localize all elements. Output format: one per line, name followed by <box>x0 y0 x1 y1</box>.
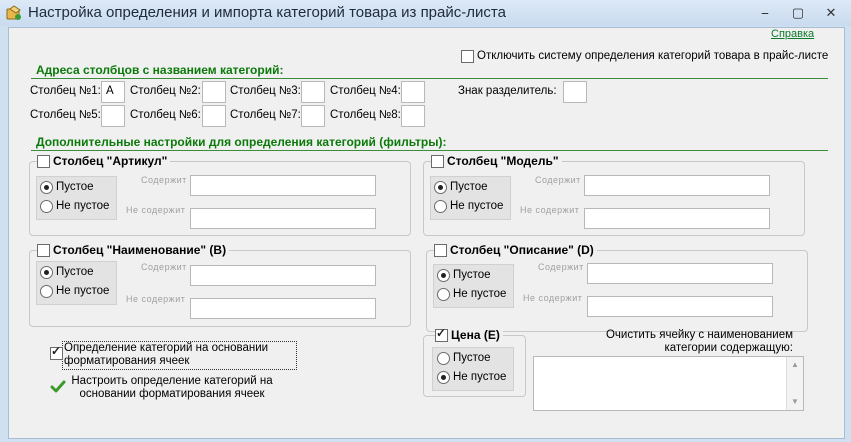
description-enable-checkbox[interactable] <box>434 244 447 257</box>
column-4-label: Столбец №4: <box>330 85 401 97</box>
model-contains-label: Содержит <box>535 175 581 185</box>
clear-cell-scrollbar[interactable]: ▲ ▼ <box>786 357 803 410</box>
model-enable-checkbox[interactable] <box>431 155 444 168</box>
description-empty-label: Пустое <box>453 269 491 281</box>
name-empty-label: Пустое <box>56 266 94 278</box>
column-6-input[interactable] <box>202 105 226 127</box>
model-not-contains-label: Не содержит <box>520 205 580 215</box>
name-not-contains-label: Не содержит <box>126 294 186 304</box>
price-not-empty-radio[interactable] <box>437 371 450 384</box>
settings-window: Настройка определения и импорта категори… <box>0 0 851 442</box>
column-2-input[interactable] <box>202 81 226 103</box>
description-not-contains-input[interactable] <box>587 296 773 317</box>
model-not-empty-label: Не пустое <box>450 200 504 212</box>
format-detection-label: Определение категорий на основании форма… <box>64 342 269 367</box>
price-enable-checkbox[interactable] <box>435 326 448 342</box>
window-title: Настройка определения и импорта категори… <box>28 4 506 21</box>
model-empty-radio[interactable] <box>434 181 447 194</box>
format-detection-checkbox[interactable] <box>50 344 63 360</box>
name-not-contains-input[interactable] <box>190 298 376 319</box>
price-empty-label: Пустое <box>453 352 491 364</box>
article-group-title: Столбец "Артикул" <box>50 154 171 168</box>
description-not-empty-label: Не пустое <box>453 288 507 300</box>
title-bar: Настройка определения и импорта категори… <box>0 0 851 26</box>
article-not-empty-label: Не пустое <box>56 200 110 212</box>
description-not-contains-label: Не содержит <box>523 293 583 303</box>
column-3-input[interactable] <box>301 81 325 103</box>
name-not-empty-label: Не пустое <box>56 285 110 297</box>
column-3-label: Столбец №3: <box>230 85 301 97</box>
help-link[interactable]: Справка <box>771 28 814 40</box>
price-not-empty-label: Не пустое <box>453 371 507 383</box>
column-5-label: Столбец №5: <box>30 109 101 121</box>
column-1-value: A <box>106 85 114 97</box>
column-7-label: Столбец №7: <box>230 109 301 121</box>
model-not-empty-radio[interactable] <box>434 200 447 213</box>
name-contains-label: Содержит <box>141 262 187 272</box>
description-empty-radio[interactable] <box>437 269 450 282</box>
name-contains-input[interactable] <box>190 265 376 286</box>
column-5-input[interactable] <box>101 105 125 127</box>
section-divider <box>31 78 828 79</box>
column-1-input[interactable]: A <box>101 81 125 103</box>
clear-cell-textarea[interactable]: ▲ ▼ <box>533 356 804 411</box>
column-2-label: Столбец №2: <box>130 85 201 97</box>
column-4-input[interactable] <box>401 81 425 103</box>
article-not-contains-input[interactable] <box>190 208 376 229</box>
name-enable-checkbox[interactable] <box>37 244 50 257</box>
section-divider <box>31 150 828 151</box>
separator-label: Знак разделитель: <box>458 85 557 97</box>
columns-section-title: Адреса столбцов с названием категорий: <box>36 63 284 77</box>
column-7-input[interactable] <box>301 105 325 127</box>
column-6-label: Столбец №6: <box>130 109 201 121</box>
model-contains-input[interactable] <box>584 175 770 196</box>
description-contains-label: Содержит <box>538 262 584 272</box>
clear-cell-label: Очистить ячейку с наименованием категори… <box>605 329 793 354</box>
scroll-down-icon[interactable]: ▼ <box>787 394 803 410</box>
column-8-input[interactable] <box>401 105 425 127</box>
article-empty-radio[interactable] <box>40 181 53 194</box>
article-enable-checkbox[interactable] <box>37 155 50 168</box>
article-not-empty-radio[interactable] <box>40 200 53 213</box>
minimize-button[interactable]: ⎯ <box>752 3 778 23</box>
filters-section-title: Дополнительные настройки для определения… <box>36 135 447 149</box>
column-8-label: Столбец №8: <box>330 109 401 121</box>
model-not-contains-input[interactable] <box>584 208 770 229</box>
close-button[interactable]: ✕ <box>818 3 844 23</box>
description-not-empty-radio[interactable] <box>437 288 450 301</box>
disable-system-label: Отключить систему определения категорий … <box>477 50 829 62</box>
column-1-label: Столбец №1: <box>30 85 101 97</box>
model-empty-label: Пустое <box>450 181 488 193</box>
price-group-title: Цена (E) <box>448 328 503 342</box>
configure-format-link[interactable]: Настроить определение категорий на основ… <box>67 375 277 401</box>
name-empty-radio[interactable] <box>40 266 53 279</box>
check-icon <box>50 380 66 393</box>
article-contains-label: Содержит <box>141 175 187 185</box>
disable-system-checkbox[interactable] <box>461 50 474 63</box>
article-empty-label: Пустое <box>56 181 94 193</box>
description-contains-input[interactable] <box>587 263 773 284</box>
model-group-title: Столбец "Модель" <box>444 154 562 168</box>
maximize-button[interactable]: ▢ <box>785 3 811 23</box>
dialog-body: Справка Отключить систему определения ка… <box>8 27 845 439</box>
price-empty-radio[interactable] <box>437 352 450 365</box>
article-not-contains-label: Не содержит <box>126 205 186 215</box>
scroll-up-icon[interactable]: ▲ <box>787 357 803 373</box>
name-group-title: Столбец "Наименование" (B) <box>50 243 230 257</box>
separator-input[interactable] <box>563 81 587 103</box>
app-icon <box>6 5 21 20</box>
article-contains-input[interactable] <box>190 175 376 196</box>
description-group-title: Столбец "Описание" (D) <box>447 243 597 257</box>
name-not-empty-radio[interactable] <box>40 285 53 298</box>
